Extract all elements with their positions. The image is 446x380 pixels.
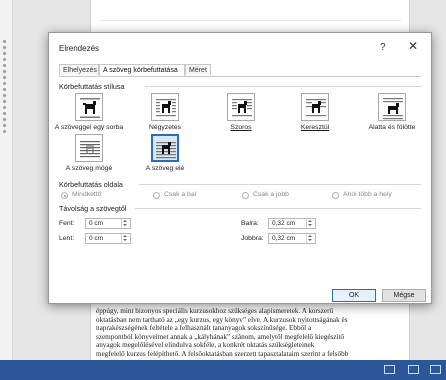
top-distance-input[interactable]: 0 cm <box>85 218 131 229</box>
right-label: Jobbra: <box>241 235 264 242</box>
field-value: 0,32 cm <box>272 220 296 227</box>
radio-dot <box>61 192 68 199</box>
tab-size[interactable]: Méret <box>185 64 211 75</box>
help-button[interactable]: ? <box>380 42 386 53</box>
layout-dialog: Elrendezés ? ✕ Elhelyezés A szöveg körbe… <box>48 32 432 304</box>
wrap-label: Négyzetes <box>148 124 182 131</box>
radio-dot <box>153 192 160 199</box>
radio-label: Mindkettő <box>72 191 102 198</box>
wrap-option-square[interactable]: Négyzetes <box>125 93 205 133</box>
print-layout-icon[interactable] <box>408 365 419 374</box>
wrap-option-through[interactable]: Keresztül <box>275 93 355 133</box>
field-value: 0,32 cm <box>272 235 296 242</box>
wrap-label: Alatta és fölötte <box>368 124 416 131</box>
web-layout-icon[interactable] <box>430 365 441 374</box>
square-wrap-icon <box>151 93 179 121</box>
top-bottom-wrap-icon <box>378 93 406 121</box>
document-line: éppúgy, mint bizonyos speciális kurzusok… <box>96 307 334 315</box>
wrap-side-heading: Körbefuttatás oldala <box>59 180 123 189</box>
left-label: Balra: <box>241 220 259 227</box>
document-line: naprakészségének feltétele a felhasznált… <box>96 324 312 332</box>
tab-text-wrapping[interactable]: A szöveg körbefuttatása <box>99 64 185 76</box>
wrap-option-behind[interactable]: A szöveg mögé <box>49 134 129 174</box>
inline-with-text-icon <box>75 93 103 121</box>
distance-heading: Távolság a szövegtől <box>59 204 127 213</box>
left-distance-input[interactable]: 0,32 cm <box>268 218 316 229</box>
field-value: 0 cm <box>89 235 104 242</box>
through-wrap-icon <box>301 93 329 121</box>
wrap-option-inline[interactable]: A szöveggel egy sorba <box>49 93 129 133</box>
wrap-option-top-bottom[interactable]: Alatta és fölötte <box>352 93 432 133</box>
spinner-icon[interactable] <box>121 219 130 228</box>
wrap-label-text: Keresztül <box>300 124 330 131</box>
spinner-icon[interactable] <box>306 219 315 228</box>
radio-dot <box>332 192 339 199</box>
document-text[interactable]: éppúgy, mint bizonyos speciális kurzusok… <box>96 307 388 358</box>
wrap-label: Szoros <box>201 124 281 131</box>
field-value: 0 cm <box>89 220 104 227</box>
tight-wrap-icon <box>227 93 255 121</box>
radio-label: Ahol több a hely <box>343 191 392 198</box>
spinner-icon[interactable] <box>306 234 315 243</box>
tab-position[interactable]: Elhelyezés <box>59 64 99 75</box>
status-bar <box>0 360 446 380</box>
wrap-label: A szöveggel egy sorba <box>54 124 124 131</box>
in-front-of-text-icon <box>151 134 179 162</box>
wrap-label: Keresztül <box>275 124 355 131</box>
dialog-title: Elrendezés <box>59 44 100 53</box>
read-mode-icon[interactable] <box>384 365 395 374</box>
document-line: anyagok megelőlésével elindulva sokféle,… <box>96 341 315 349</box>
close-button[interactable]: ✕ <box>405 38 421 54</box>
behind-text-icon <box>75 134 103 162</box>
spinner-icon[interactable] <box>121 234 130 243</box>
wrap-label: A szöveg mögé <box>65 165 113 172</box>
right-distance-input[interactable]: 0,32 cm <box>268 233 316 244</box>
wrap-label-text: Szoros <box>230 124 252 131</box>
ok-button[interactable]: OK <box>332 289 376 302</box>
cancel-button[interactable]: Mégse <box>382 289 426 302</box>
radio-label: Csak a bal <box>164 191 197 198</box>
bottom-label: Lent: <box>59 235 75 242</box>
document-line: oktatásban nem tartható az „egy kurzus, … <box>96 315 348 324</box>
wrap-option-in-front[interactable]: A szöveg elé <box>125 134 205 174</box>
top-label: Fent: <box>59 220 75 227</box>
wrap-style-heading: Körbefuttatás stílusa <box>59 82 125 91</box>
document-line: megfelelő kurzus felépíthető. A felsőokt… <box>96 349 349 358</box>
bottom-distance-input[interactable]: 0 cm <box>85 233 131 244</box>
document-line: szempontból könyveimet annak a „kályhána… <box>96 332 345 341</box>
radio-dot <box>242 192 249 199</box>
vertical-ruler <box>0 0 13 360</box>
wrap-label: A szöveg elé <box>145 165 185 172</box>
radio-label: Csak a jobb <box>253 191 289 198</box>
wrap-option-tight[interactable]: Szoros <box>201 93 281 133</box>
